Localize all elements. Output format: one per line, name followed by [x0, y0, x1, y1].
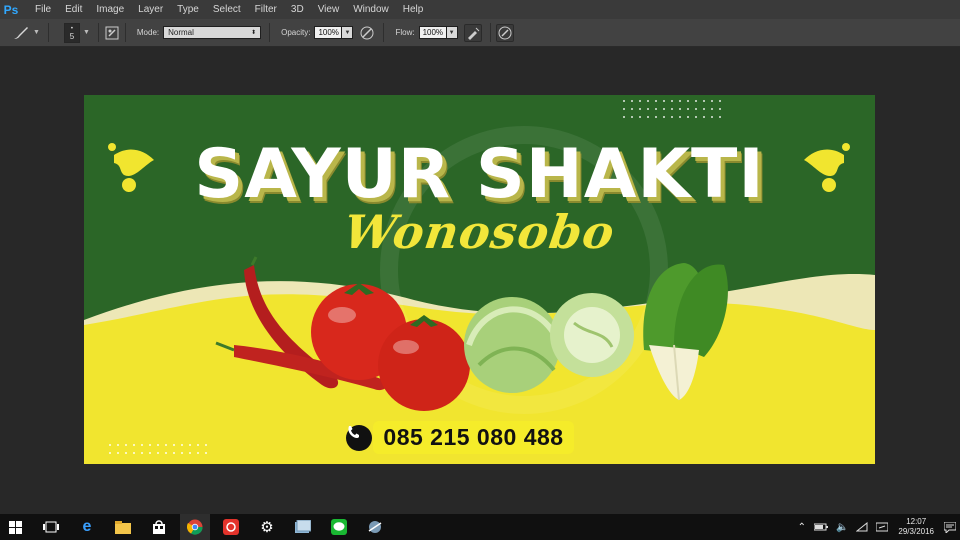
brush-panel-icon	[105, 26, 119, 39]
pressure-size-toggle[interactable]	[495, 23, 514, 42]
menu-view[interactable]: View	[311, 4, 347, 15]
language-icon[interactable]	[876, 522, 889, 532]
volume-icon[interactable]: 🔈	[836, 522, 848, 533]
windows-taskbar: e ⚙ ⌃ 🔈 12:07 29/3/2016	[0, 514, 960, 540]
mode-select[interactable]: Normal ⬍	[163, 26, 262, 39]
windows-start-icon	[8, 520, 22, 534]
store-button[interactable]	[144, 514, 174, 540]
battery-icon[interactable]	[813, 523, 828, 531]
document-workspace[interactable]: SAYUR SHAKTI Wonosobo 085 215 080 488	[0, 47, 960, 514]
task-view-icon	[43, 521, 59, 533]
settings-icon: ⚙	[260, 519, 274, 536]
phone-number: 085 215 080 488	[383, 424, 564, 450]
brush-size-value: 5	[69, 31, 75, 41]
banner-subtitle[interactable]: Wonosobo	[84, 205, 875, 259]
task-view-button[interactable]	[36, 514, 66, 540]
pen-pressure-icon	[360, 26, 374, 39]
opacity-input[interactable]: 100%	[314, 26, 343, 39]
photoshop-logo: Ps	[3, 2, 19, 17]
edge-icon: e	[82, 518, 92, 535]
tool-preset-picker[interactable]: ▼	[12, 25, 43, 41]
updown-arrows-icon: ⬍	[251, 30, 257, 36]
app-button[interactable]	[216, 514, 246, 540]
media-icon	[368, 521, 382, 533]
menu-layer[interactable]: Layer	[131, 4, 170, 15]
clock-date: 29/3/2016	[898, 527, 934, 536]
menu-edit[interactable]: Edit	[58, 4, 89, 15]
airbrush-icon	[467, 27, 479, 40]
brush-size-picker[interactable]: • 5	[63, 22, 80, 43]
mode-label: Mode:	[136, 28, 160, 37]
notification-icon	[944, 521, 956, 533]
chevron-down-icon: ▼	[33, 29, 40, 36]
phone-badge[interactable]: 085 215 080 488	[373, 421, 574, 454]
flow-label: Flow:	[395, 28, 415, 37]
network-icon[interactable]	[856, 522, 868, 532]
flow-dropdown[interactable]: ▼	[446, 26, 458, 39]
divider	[47, 23, 49, 42]
opacity-label: Opacity:	[281, 28, 311, 37]
menu-select[interactable]: Select	[206, 4, 248, 15]
chevron-down-icon[interactable]: ▼	[83, 29, 90, 36]
divider	[269, 23, 271, 42]
photos-button[interactable]	[288, 514, 318, 540]
menu-window[interactable]: Window	[346, 4, 396, 15]
airbrush-toggle[interactable]	[463, 23, 482, 42]
action-center-button[interactable]	[940, 521, 960, 533]
banner-title[interactable]: SAYUR SHAKTI	[84, 135, 875, 214]
menu-filter[interactable]: Filter	[248, 4, 284, 15]
divider	[124, 23, 126, 42]
menu-image[interactable]: Image	[89, 4, 131, 15]
file-explorer-icon	[115, 520, 131, 534]
chrome-icon	[187, 519, 203, 535]
brush-tool-icon	[14, 26, 28, 39]
menu-help[interactable]: Help	[396, 4, 431, 15]
start-button[interactable]	[0, 514, 30, 540]
menu-bar: Ps File Edit Image Layer Type Select Fil…	[0, 0, 960, 19]
menu-type[interactable]: Type	[170, 4, 206, 15]
store-icon	[153, 520, 165, 534]
menu-3d[interactable]: 3D	[284, 4, 311, 15]
flow-input[interactable]: 100%	[418, 26, 447, 39]
chrome-button[interactable]	[180, 514, 210, 540]
line-button[interactable]	[324, 514, 354, 540]
chevron-up-icon[interactable]: ⌃	[798, 522, 806, 533]
cabbage-icon	[464, 297, 563, 393]
clock-time: 12:07	[906, 517, 927, 526]
options-bar: ▼ • 5 ▼ Mode: Normal ⬍ Opacity: 100% ▼ F…	[0, 19, 960, 47]
brush-panel-toggle[interactable]	[104, 25, 120, 41]
system-tray: ⌃ 🔈 12:07 29/3/2016	[794, 514, 960, 540]
taskbar-clock[interactable]: 12:07 29/3/2016	[898, 517, 934, 537]
media-button[interactable]	[360, 514, 390, 540]
photos-icon	[295, 520, 311, 533]
pressure-size-icon	[498, 26, 512, 39]
edge-button[interactable]: e	[72, 514, 102, 540]
app-icon	[223, 519, 239, 535]
file-explorer-button[interactable]	[108, 514, 138, 540]
phone-icon	[346, 425, 372, 451]
menu-file[interactable]: File	[28, 4, 58, 15]
line-icon	[331, 519, 347, 535]
pressure-opacity-toggle[interactable]	[359, 25, 375, 41]
mode-value: Normal	[168, 28, 194, 37]
divider	[383, 23, 385, 42]
banner-canvas[interactable]: SAYUR SHAKTI Wonosobo 085 215 080 488	[84, 95, 875, 464]
divider	[489, 23, 491, 42]
opacity-dropdown[interactable]: ▼	[342, 26, 354, 39]
settings-button[interactable]: ⚙	[252, 514, 282, 540]
divider	[97, 23, 99, 42]
cabbage-half-icon	[550, 293, 634, 377]
